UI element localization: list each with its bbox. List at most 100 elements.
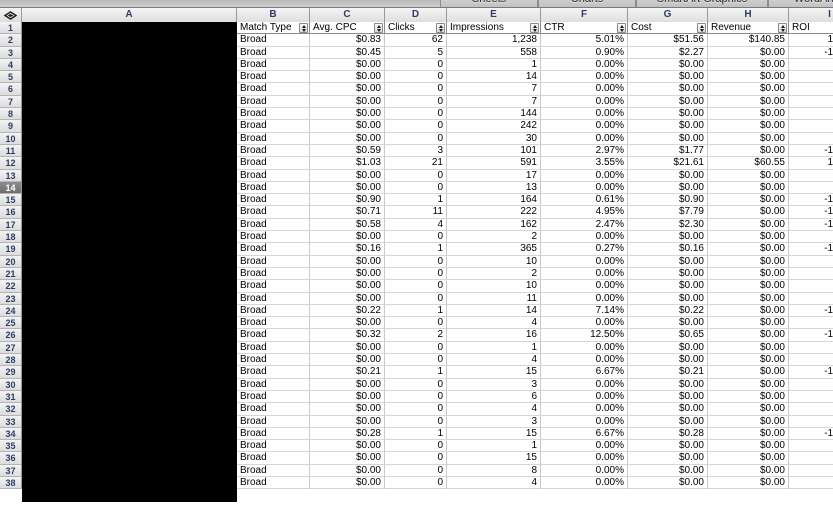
cell-ctr[interactable]: 0.00% — [541, 292, 628, 305]
cell-roi[interactable]: 0.00% — [789, 132, 833, 145]
cell-impressions[interactable]: 15 — [447, 427, 541, 441]
cell-match-type[interactable]: Broad — [237, 243, 310, 256]
cell-impressions[interactable]: 14 — [447, 304, 541, 318]
cell-cost[interactable]: $1.77 — [628, 144, 708, 158]
cell-match-type[interactable]: Broad — [237, 354, 310, 367]
cell-match-type[interactable]: Broad — [237, 366, 310, 379]
cell-avg-cpc[interactable]: $0.00 — [310, 280, 385, 293]
cell-revenue[interactable]: $0.00 — [708, 440, 789, 453]
cell-revenue[interactable]: $0.00 — [708, 427, 789, 441]
cell-match-type[interactable]: Broad — [237, 267, 310, 281]
cell-clicks[interactable]: 0 — [385, 378, 447, 391]
cell-clicks[interactable]: 1 — [385, 194, 447, 207]
cell-roi[interactable]: 0.00% — [789, 354, 833, 367]
cell-match-type[interactable]: Broad — [237, 231, 310, 244]
cell-match-type[interactable]: Broad — [237, 464, 310, 477]
cell-avg-cpc[interactable]: $0.00 — [310, 440, 385, 453]
cell-avg-cpc[interactable]: $0.00 — [310, 83, 385, 96]
cell-avg-cpc[interactable]: $0.00 — [310, 108, 385, 121]
cell-impressions[interactable]: 30 — [447, 132, 541, 145]
cell-avg-cpc[interactable]: $0.00 — [310, 390, 385, 404]
cell-match-type[interactable]: Broad — [237, 58, 310, 72]
cell-clicks[interactable]: 0 — [385, 280, 447, 293]
cell-clicks[interactable]: 0 — [385, 71, 447, 84]
cell-impressions[interactable]: 15 — [447, 366, 541, 379]
cell-match-type[interactable]: Broad — [237, 218, 310, 232]
cell-cost[interactable]: $0.00 — [628, 267, 708, 281]
cell-avg-cpc[interactable]: $0.00 — [310, 354, 385, 367]
cell-impressions[interactable]: 164 — [447, 194, 541, 207]
cell-clicks[interactable]: 0 — [385, 452, 447, 465]
cell-avg-cpc[interactable]: $0.00 — [310, 95, 385, 109]
cell-ctr[interactable]: 0.00% — [541, 390, 628, 404]
cell-roi[interactable]: 173.18% — [789, 34, 833, 47]
cell-roi[interactable]: 0.00% — [789, 440, 833, 453]
cell-ctr[interactable]: 0.90% — [541, 46, 628, 59]
cell-clicks[interactable]: 0 — [385, 181, 447, 195]
cell-ctr[interactable]: 0.00% — [541, 415, 628, 428]
row-header[interactable]: 6 — [0, 83, 22, 96]
tab-wordart[interactable]: WordArt — [768, 0, 833, 7]
cell-ctr[interactable]: 5.01% — [541, 34, 628, 47]
cell-avg-cpc[interactable]: $0.00 — [310, 267, 385, 281]
cell-revenue[interactable]: $0.00 — [708, 132, 789, 145]
cell-revenue[interactable]: $0.00 — [708, 403, 789, 416]
cell-roi[interactable]: 0.00% — [789, 120, 833, 133]
cell-roi[interactable]: 0.00% — [789, 83, 833, 96]
cell-avg-cpc[interactable]: $0.00 — [310, 58, 385, 72]
cell-impressions[interactable]: 13 — [447, 181, 541, 195]
row-header[interactable]: 24 — [0, 304, 22, 318]
cell-avg-cpc[interactable]: $0.00 — [310, 120, 385, 133]
cell-match-type[interactable]: Broad — [237, 255, 310, 268]
cell-ctr[interactable]: 0.00% — [541, 169, 628, 182]
cell-impressions[interactable]: 1 — [447, 341, 541, 355]
cell-clicks[interactable]: 0 — [385, 267, 447, 281]
autofilter-stepper-match-type[interactable] — [299, 23, 308, 33]
cell-ctr[interactable]: 6.67% — [541, 366, 628, 379]
cell-impressions[interactable]: 7 — [447, 95, 541, 109]
cell-impressions[interactable]: 591 — [447, 157, 541, 170]
cell-cost[interactable]: $0.00 — [628, 464, 708, 477]
row-header[interactable]: 34 — [0, 427, 22, 441]
field-header-impressions[interactable]: Impressions — [447, 22, 541, 35]
cell-impressions[interactable]: 2 — [447, 231, 541, 244]
row-header[interactable]: 7 — [0, 95, 22, 109]
row-header[interactable]: 19 — [0, 243, 22, 256]
cell-avg-cpc[interactable]: $0.28 — [310, 427, 385, 441]
cell-ctr[interactable]: 0.00% — [541, 95, 628, 109]
cell-match-type[interactable]: Broad — [237, 415, 310, 428]
cell-impressions[interactable]: 11 — [447, 292, 541, 305]
cell-impressions[interactable]: 558 — [447, 46, 541, 59]
cell-revenue[interactable]: $0.00 — [708, 415, 789, 428]
cell-roi[interactable]: 0.00% — [789, 181, 833, 195]
row-header[interactable]: 31 — [0, 390, 22, 404]
row-header-1[interactable]: 1 — [0, 22, 22, 35]
cell-revenue[interactable]: $60.55 — [708, 157, 789, 170]
cell-roi[interactable]: 0.00% — [789, 341, 833, 355]
row-header[interactable]: 38 — [0, 476, 22, 490]
cell-avg-cpc[interactable]: $0.00 — [310, 231, 385, 244]
column-header-h[interactable]: H — [708, 8, 789, 22]
field-header-roi[interactable]: ROI — [789, 22, 833, 35]
cell-clicks[interactable]: 0 — [385, 95, 447, 109]
cell-clicks[interactable]: 0 — [385, 58, 447, 72]
cell-match-type[interactable]: Broad — [237, 206, 310, 219]
cell-cost[interactable]: $0.00 — [628, 378, 708, 391]
row-header[interactable]: 4 — [0, 58, 22, 72]
cell-match-type[interactable]: Broad — [237, 280, 310, 293]
cell-avg-cpc[interactable]: $0.16 — [310, 243, 385, 256]
row-header[interactable]: 32 — [0, 403, 22, 416]
cell-impressions[interactable]: 16 — [447, 329, 541, 342]
cell-avg-cpc[interactable]: $0.00 — [310, 181, 385, 195]
row-header[interactable]: 16 — [0, 206, 22, 219]
cell-clicks[interactable]: 62 — [385, 34, 447, 47]
cell-avg-cpc[interactable]: $0.90 — [310, 194, 385, 207]
cell-cost[interactable]: $0.00 — [628, 354, 708, 367]
cell-roi[interactable]: 0.00% — [789, 317, 833, 330]
cell-cost[interactable]: $0.22 — [628, 304, 708, 318]
row-header[interactable]: 14 — [0, 181, 22, 195]
cell-match-type[interactable]: Broad — [237, 292, 310, 305]
cell-cost[interactable]: $0.00 — [628, 120, 708, 133]
row-header[interactable]: 8 — [0, 108, 22, 121]
column-header-a[interactable]: A — [22, 8, 237, 22]
